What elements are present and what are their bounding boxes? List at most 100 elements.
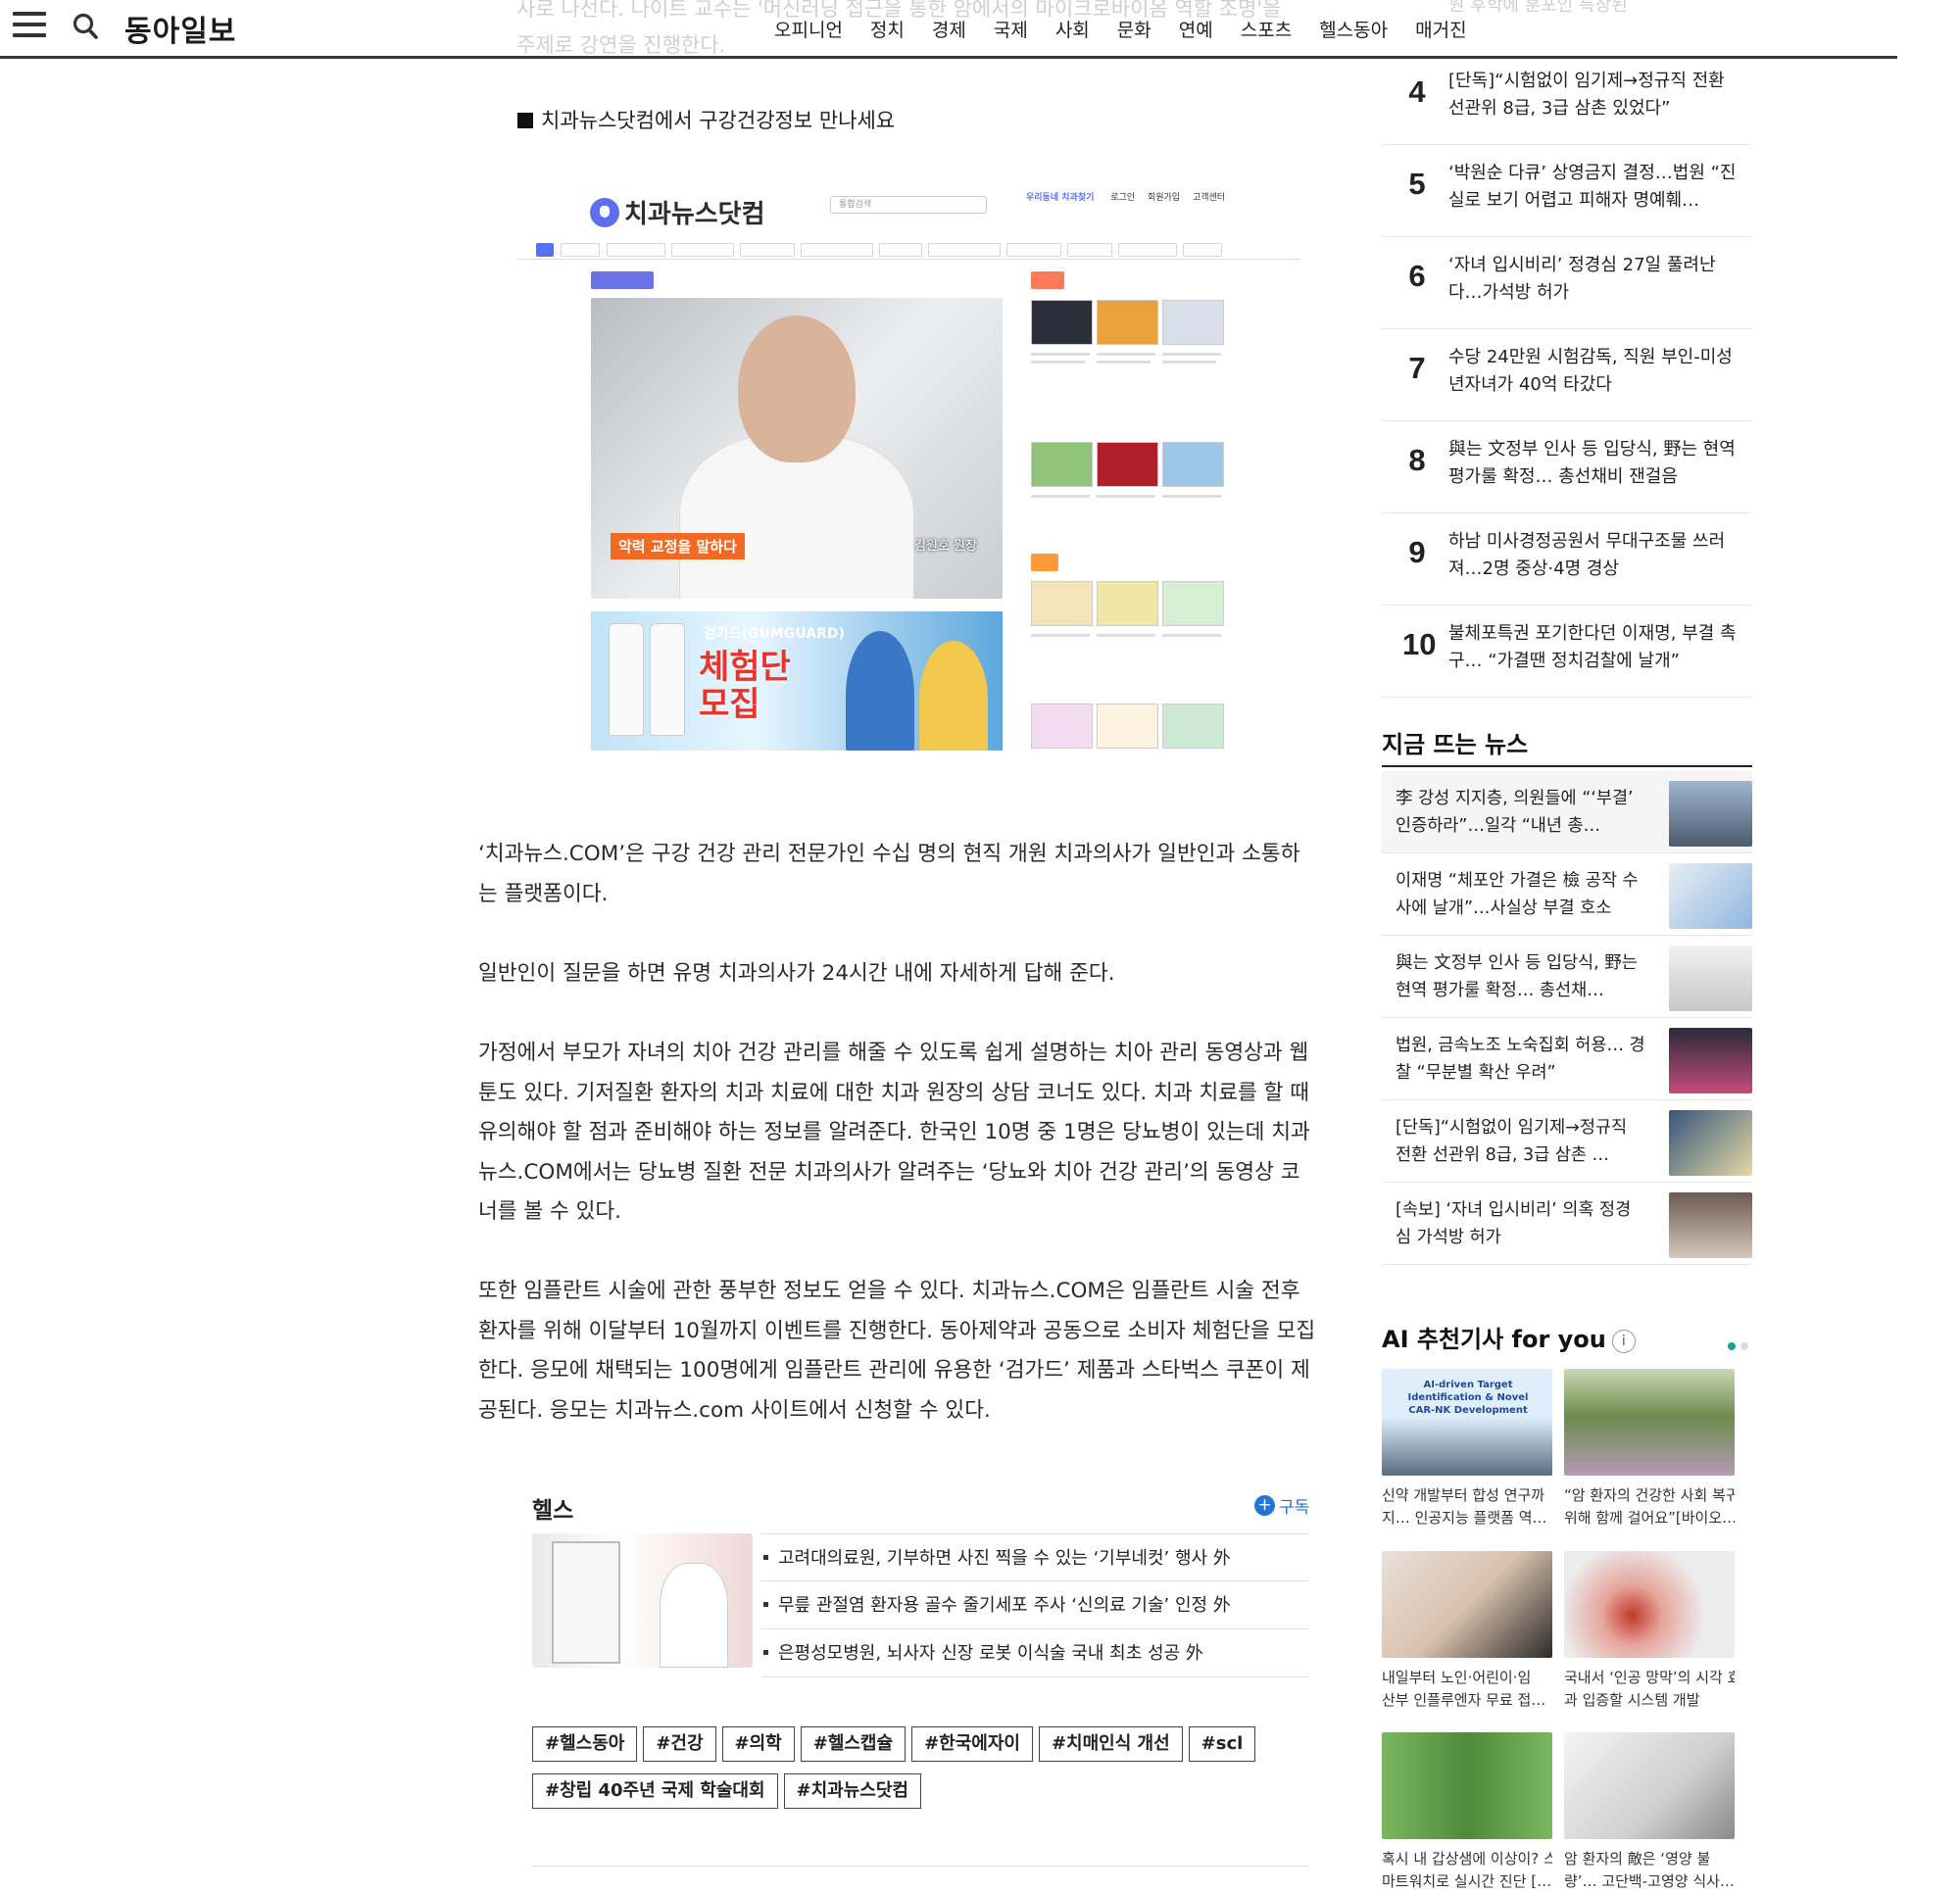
health-thumbnail[interactable] — [532, 1533, 753, 1668]
ad-title-line-1: 체험단 — [699, 648, 791, 687]
ai-article-caption: “암 환자의 건강한 사회 복귀위해 함께 걸어요”[바이오… — [1564, 1484, 1735, 1529]
ai-heading-text: AI 추천기사 for you — [1382, 1326, 1606, 1353]
ranking-item[interactable]: 10 불체포특권 포기한다던 이재명, 부결 촉구… “가결땐 정치검찰에 날개” — [1382, 606, 1752, 698]
ranking-item[interactable]: 8 與는 文정부 인사 등 입당식, 野는 현역 평가룰 확정… 총선채비 잰걸음 — [1382, 421, 1752, 513]
rank-number: 7 — [1408, 351, 1426, 385]
ai-article-card[interactable]: 내일부터 노인·어린이·임 산부 인플루엔자 무료 접… — [1382, 1551, 1552, 1712]
embedded-tag-video — [1031, 271, 1064, 289]
info-icon[interactable]: i — [1611, 1330, 1636, 1353]
rank-title: 與는 文정부 인사 등 입당식, 野는 현역 평가룰 확정… 총선채비 잰걸음 — [1448, 439, 1736, 487]
bullet-icon — [763, 1602, 768, 1607]
ad-brand: 검가드(GUMGUARD) — [704, 626, 845, 642]
subscribe-button[interactable]: + 구독 — [1254, 1493, 1309, 1518]
trending-thumbnail — [1669, 946, 1752, 1011]
ai-article-thumbnail — [1564, 1551, 1735, 1658]
carousel-dots[interactable] — [1723, 1335, 1748, 1354]
bullet-icon — [763, 1650, 768, 1655]
ai-article-card[interactable]: 혹시 내 갑상샘에 이상이? 스 마트워치로 실시간 진단 [… — [1382, 1732, 1552, 1893]
tag-item[interactable]: #의학 — [721, 1726, 795, 1762]
ai-article-card[interactable]: AI-driven Target Identification & Novel … — [1382, 1369, 1552, 1529]
ai-article-caption: 내일부터 노인·어린이·임 산부 인플루엔자 무료 접… — [1382, 1667, 1552, 1712]
ranking-item[interactable]: 4 [단독]“시험없이 임기제→정규직 전환 선관위 8급, 3급 삼촌 있었다” — [1382, 53, 1752, 145]
ad-person-shape — [919, 641, 988, 751]
rank-title: 불체포특권 포기한다던 이재명, 부결 촉구… “가결땐 정치검찰에 날개” — [1448, 623, 1737, 671]
health-news-item[interactable]: 무릎 관절염 환자용 골수 줄기세포 주사 ‘신의료 기술’ 인정 外 — [761, 1581, 1309, 1629]
trending-item[interactable]: [단독]“시험없이 임기제→정규직 전환 선관위 8급, 3급 삼촌 … — [1382, 1100, 1752, 1183]
embedded-link-find-dentist: 우리동네 치과찾기 — [1026, 193, 1095, 203]
divider — [532, 1866, 1309, 1867]
caption-line-1: 내일부터 노인·어린이·임 — [1382, 1669, 1532, 1686]
trending-thumbnail — [1669, 1110, 1752, 1176]
tag-item[interactable]: #한국에자이 — [911, 1726, 1033, 1762]
trending-title: 李 강성 지지층, 의원들에 “‘부결’ 인증하라”…일각 “내년 총… — [1396, 789, 1634, 836]
ai-article-card[interactable]: 암 환자의 敵은 ‘영양 불 량’… 고단백-고영양 식사… — [1564, 1732, 1735, 1893]
rank-title: ‘자녀 입시비리’ 정경심 27일 풀려난다…가석방 허가 — [1448, 255, 1716, 303]
caption-line-1: 신약 개발부터 합성 연구까 — [1382, 1486, 1545, 1504]
rank-title: 수당 24만원 시험감독, 직원 부인-미성년자녀가 40억 타갔다 — [1448, 347, 1733, 395]
health-news-item[interactable]: 고려대의료원, 기부하면 사진 찍을 수 있는 ‘기부네컷’ 행사 外 — [761, 1533, 1309, 1581]
tag-list: #헬스동아 #건강 #의학 #헬스캡슐 #한국에자이 #치매인식 개선 #scl #창립 40… — [532, 1726, 1316, 1820]
ranking-item[interactable]: 6 ‘자녀 입시비리’ 정경심 27일 풀려난다…가석방 허가 — [1382, 237, 1752, 329]
embedded-tag-dental-info — [591, 271, 654, 289]
embedded-tag-webtoon — [1031, 554, 1058, 571]
trending-title: [단독]“시험없이 임기제→정규직 전환 선관위 8급, 3급 삼촌 … — [1396, 1118, 1628, 1165]
trending-item[interactable]: 李 강성 지지층, 의원들에 “‘부결’ 인증하라”…일각 “내년 총… — [1382, 771, 1752, 853]
nav-item-magazine[interactable]: 매거진 — [1415, 16, 1466, 42]
embedded-site-screenshot[interactable]: 치과뉴스닷컴 통합검색 우리동네 치과찾기 로그인 회원가입 고객센터 악력 교… — [516, 174, 1300, 762]
caption-line-2: 위해 함께 걸어요”[바이오… — [1564, 1509, 1735, 1527]
search-icon[interactable] — [72, 12, 99, 41]
trending-item[interactable]: 법원, 금속노조 노숙집회 허용… 경찰 “무분별 확산 우려” — [1382, 1018, 1752, 1100]
tag-item[interactable]: #scl — [1188, 1726, 1256, 1762]
site-logo[interactable]: 동아일보 — [124, 7, 236, 50]
ai-article-caption: 암 환자의 敵은 ‘영양 불 량’… 고단백-고영양 식사… — [1564, 1848, 1735, 1893]
rank-title: ‘박원순 다큐’ 상영금지 결정…법원 “진실로 보기 어렵고 피해자 명예훼… — [1448, 163, 1737, 211]
article-paragraph: 가정에서 부모가 자녀의 치아 건강 관리를 해줄 수 있도록 쉽게 설명하는 … — [478, 1041, 1310, 1224]
caption-line-2: 지… 인공지능 플랫폼 역… — [1382, 1509, 1547, 1527]
subscribe-label: 구독 — [1279, 1498, 1310, 1518]
trending-item[interactable]: 이재명 “체포안 가결은 檢 공작 수사에 날개”…사실상 부결 호소 — [1382, 853, 1752, 936]
nav-item-health[interactable]: 헬스동아 — [1319, 16, 1388, 42]
ranking-item[interactable]: 5 ‘박원순 다큐’ 상영금지 결정…법원 “진실로 보기 어렵고 피해자 명예훼… — [1382, 145, 1752, 237]
faded-article-line-2: 주제로 강연을 진행한다. — [516, 33, 726, 57]
embedded-logo: 치과뉴스닷컴 — [590, 194, 765, 230]
tag-item[interactable]: #창립 40주년 국제 학술대회 — [532, 1773, 778, 1809]
trending-item[interactable]: [속보] ‘자녀 입시비리’ 의혹 정경심 가석방 허가 — [1382, 1183, 1752, 1265]
ranking-item[interactable]: 9 하남 미사경정공원서 무대구조물 쓰러져…2명 중상·4명 경상 — [1382, 513, 1752, 606]
divider — [1382, 765, 1752, 767]
tag-item[interactable]: #헬스캡슐 — [800, 1726, 906, 1762]
rank-number: 4 — [1408, 74, 1426, 109]
trending-item[interactable]: 與는 文정부 인사 등 입당식, 野는 현역 평가룰 확정… 총선채… — [1382, 936, 1752, 1018]
embedded-hero-image: 악력 교정을 말하다 김원호 원장 — [591, 298, 1003, 599]
ai-article-thumbnail — [1382, 1732, 1552, 1839]
bottle-shape — [609, 623, 644, 736]
hero-caption: 김원호 원장 — [914, 539, 977, 554]
embedded-link-login: 로그인 — [1110, 193, 1136, 203]
caption-line-1: “암 환자의 건강한 사회 복귀 — [1564, 1486, 1735, 1504]
health-box-title[interactable]: 헬스 — [532, 1491, 573, 1525]
tooth-logo-icon — [590, 198, 619, 227]
embedded-logo-text: 치과뉴스닷컴 — [624, 200, 765, 229]
tag-item[interactable]: #치과뉴스닷컴 — [783, 1773, 921, 1809]
ranking-item[interactable]: 7 수당 24만원 시험감독, 직원 부인-미성년자녀가 40억 타갔다 — [1382, 329, 1752, 421]
faded-rail-line: 원 후학에 훈포인 특장된 — [1448, 0, 1628, 16]
ad-title-line-2: 모집 — [699, 685, 760, 724]
rank-number: 6 — [1408, 259, 1426, 293]
caption-line-1: 암 환자의 敵은 ‘영양 불 — [1564, 1850, 1711, 1868]
ai-article-card[interactable]: 국내서 ‘인공 망막’의 시각 효과 입증할 시스템 개발 — [1564, 1551, 1735, 1712]
faded-article-line-1: 사로 나선다. 나이트 교수는 '머신러닝 접근을 통한 암에서의 마이크로바이… — [516, 0, 1282, 21]
ai-article-thumbnail: AI-driven Target Identification & Novel … — [1382, 1369, 1552, 1476]
embedded-search-box: 통합검색 — [830, 196, 987, 214]
doctor-face-shape — [738, 316, 856, 462]
health-news-title: 고려대의료원, 기부하면 사진 찍을 수 있는 ‘기부네컷’ 행사 外 — [778, 1548, 1231, 1569]
rank-title: 하남 미사경정공원서 무대구조물 쓰러져…2명 중상·4명 경상 — [1448, 531, 1726, 579]
ai-article-thumbnail — [1382, 1551, 1552, 1658]
trending-thumbnail — [1669, 1028, 1752, 1093]
tag-item[interactable]: #치매인식 개선 — [1038, 1726, 1183, 1762]
health-news-item[interactable]: 은평성모병원, 뇌사자 신장 로봇 이식술 국내 최초 성공 外 — [761, 1629, 1309, 1677]
tag-item[interactable]: #헬스동아 — [532, 1726, 638, 1762]
caption-line-2: 과 입증할 시스템 개발 — [1564, 1691, 1700, 1709]
menu-icon[interactable] — [13, 12, 46, 41]
thumbnail-overlay-text: AI-driven Target Identification & Novel … — [1407, 1380, 1529, 1416]
ai-article-card[interactable]: “암 환자의 건강한 사회 복귀위해 함께 걸어요”[바이오… — [1564, 1369, 1735, 1529]
tag-item[interactable]: #건강 — [643, 1726, 716, 1762]
